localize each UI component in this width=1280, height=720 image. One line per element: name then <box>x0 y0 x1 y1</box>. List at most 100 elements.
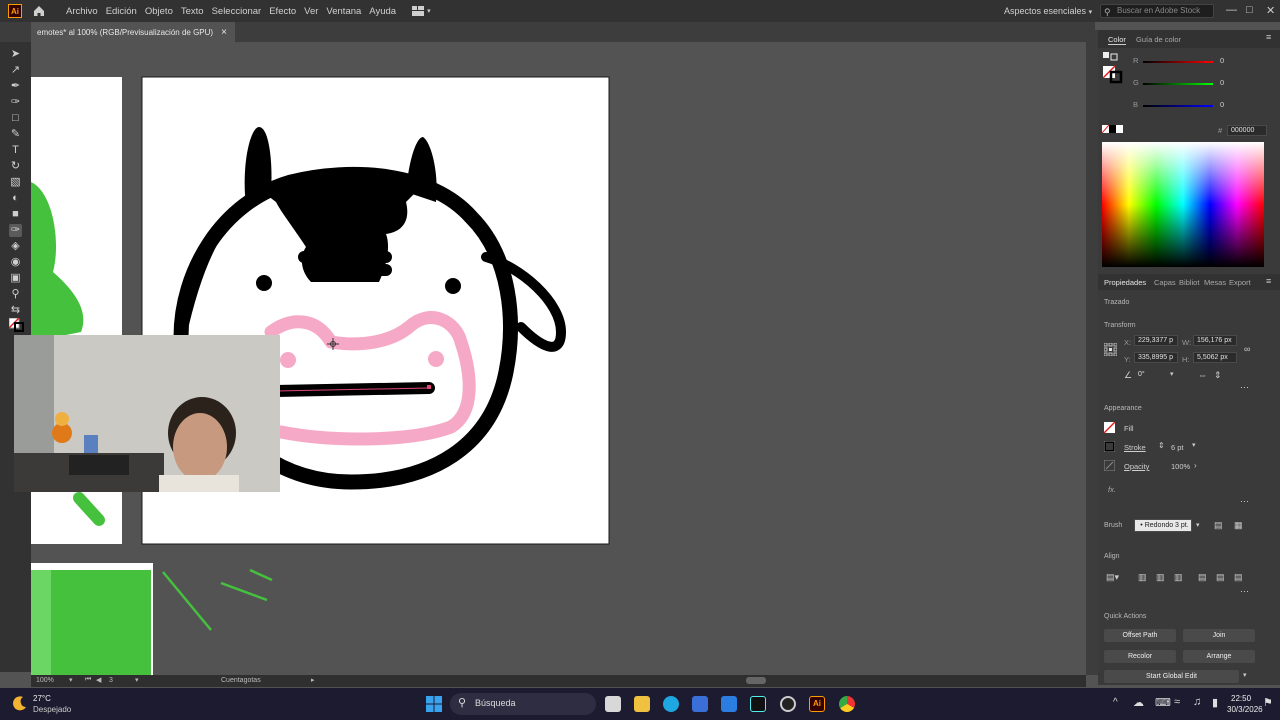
fill-stroke-swatch-icon[interactable] <box>8 317 24 332</box>
zoom-tool-icon[interactable]: ⚲ <box>9 288 22 301</box>
file-explorer-icon[interactable] <box>634 696 650 712</box>
panel-menu-icon[interactable]: ≡ <box>1266 276 1271 286</box>
menu-objeto[interactable]: Objeto <box>145 6 173 17</box>
close-window-button[interactable]: ✕ <box>1266 4 1275 17</box>
chevron-right-icon[interactable]: ▸ <box>311 676 315 684</box>
tab-properties[interactable]: Propiedades <box>1104 278 1146 287</box>
hex-input[interactable]: 000000 <box>1227 125 1267 136</box>
more-options-icon[interactable]: ⋯ <box>1240 382 1249 393</box>
chrome-icon[interactable] <box>839 696 855 712</box>
recording-app-icon[interactable] <box>780 696 796 712</box>
rectangle-tool-icon[interactable]: □ <box>9 112 22 125</box>
chevron-down-icon[interactable]: ▾ <box>69 676 73 684</box>
panel-menu-icon[interactable]: ≡ <box>1266 32 1271 42</box>
x-input[interactable]: 229,3377 p <box>1134 335 1178 346</box>
h-input[interactable]: 5,5062 px <box>1193 352 1237 363</box>
none-black-white-swatches[interactable] <box>1102 125 1124 133</box>
stroke-weight-value[interactable]: 6 pt <box>1171 443 1184 452</box>
illustrator-taskbar-icon[interactable]: Ai <box>809 696 825 712</box>
previous-artboard-icon[interactable]: ◀ <box>96 676 101 684</box>
menu-efecto[interactable]: Efecto <box>269 6 296 17</box>
battery-icon[interactable]: ▮ <box>1212 696 1218 709</box>
channel-b-value[interactable]: 0 <box>1220 100 1224 109</box>
chevron-down-icon[interactable]: ▾ <box>1196 521 1200 529</box>
gradient-tool-icon[interactable]: ■ <box>9 208 22 221</box>
fill-stroke-indicator-icon[interactable] <box>1103 52 1123 84</box>
wifi-icon[interactable]: ≈ <box>1174 696 1180 708</box>
document-tab[interactable]: emotes* al 100% (RGB/Previsualización de… <box>31 22 235 42</box>
align-left-icon[interactable]: ▥ <box>1138 572 1147 583</box>
workspace-switcher[interactable]: Aspectos esenciales ▾ <box>1004 6 1092 16</box>
symbol-sprayer-tool-icon[interactable]: ◉ <box>9 256 22 269</box>
weather-temperature[interactable]: 27°C <box>33 694 51 703</box>
align-top-icon[interactable]: ▤ <box>1198 572 1207 583</box>
w-input[interactable]: 156,176 px <box>1193 335 1237 346</box>
mail-icon[interactable] <box>721 696 737 712</box>
notification-bell-icon[interactable]: ⚑ <box>1263 696 1273 709</box>
paintbrush-tool-icon[interactable]: ✎ <box>9 128 22 141</box>
horizontal-scrollbar[interactable] <box>746 677 766 684</box>
tab-color[interactable]: Color <box>1108 35 1126 45</box>
channel-g-value[interactable]: 0 <box>1220 78 1224 87</box>
type-tool-icon[interactable]: T <box>9 144 22 157</box>
reference-point-icon[interactable] <box>1104 343 1117 356</box>
arrange-button[interactable]: Arrange <box>1183 650 1255 663</box>
arrange-documents-button[interactable]: ▾ <box>412 6 431 16</box>
artboard-number[interactable]: 3 <box>109 677 113 684</box>
chevron-right-icon[interactable]: › <box>1194 461 1197 470</box>
chevron-up-icon[interactable]: ^ <box>1113 697 1118 708</box>
fx-button[interactable]: fx. <box>1108 485 1116 494</box>
more-options-icon[interactable]: ⋯ <box>1240 586 1249 597</box>
menu-texto[interactable]: Texto <box>181 6 204 17</box>
blend-tool-icon[interactable]: ◈ <box>9 240 22 253</box>
task-view-icon[interactable] <box>605 696 621 712</box>
shape-builder-tool-icon[interactable]: ◐ <box>9 192 22 205</box>
channel-g-slider[interactable] <box>1143 83 1213 85</box>
channel-b-slider[interactable] <box>1143 105 1213 107</box>
clock-date[interactable]: 30/3/2026 <box>1227 705 1263 714</box>
edge-browser-icon[interactable] <box>663 696 679 712</box>
more-options-icon[interactable]: ⋯ <box>1240 496 1249 507</box>
chevron-down-icon[interactable]: ▾ <box>1243 671 1247 679</box>
chevron-down-icon[interactable]: ▾ <box>135 676 139 684</box>
chevron-down-icon[interactable]: ▾ <box>1170 370 1174 378</box>
stroke-label[interactable]: Stroke <box>1124 443 1146 452</box>
onedrive-icon[interactable]: ☁ <box>1133 696 1144 709</box>
clock-time[interactable]: 22:50 <box>1231 694 1251 703</box>
chevron-down-icon[interactable]: ▾ <box>1192 441 1196 449</box>
swap-fill-stroke-icon[interactable]: ⇆ <box>9 304 22 317</box>
opacity-label[interactable]: Opacity <box>1124 462 1149 471</box>
brush-select[interactable]: • Redondo 3 pt. <box>1134 519 1192 532</box>
color-spectrum[interactable] <box>1102 142 1264 267</box>
minimize-button[interactable]: — <box>1226 4 1237 16</box>
opacity-value[interactable]: 100% <box>1171 462 1190 471</box>
stock-search-input[interactable]: ⚲ Buscar en Adobe Stock <box>1100 4 1214 18</box>
zoom-level[interactable]: 100% <box>36 677 54 684</box>
y-input[interactable]: 335,8995 p <box>1134 352 1178 363</box>
tab-color-guide[interactable]: Guía de color <box>1136 35 1181 44</box>
selection-tool-icon[interactable]: ➤ <box>9 48 22 61</box>
tab-artboards[interactable]: Mesas <box>1204 278 1226 287</box>
close-tab-icon[interactable]: × <box>221 27 227 38</box>
menu-archivo[interactable]: Archivo <box>66 6 98 17</box>
menu-ayuda[interactable]: Ayuda <box>369 6 396 17</box>
tab-libraries[interactable]: Bibliot <box>1179 278 1199 287</box>
join-button[interactable]: Join <box>1183 629 1255 642</box>
volume-icon[interactable]: ♫ <box>1193 696 1201 708</box>
channel-r-value[interactable]: 0 <box>1220 56 1224 65</box>
angle-input[interactable]: 0° <box>1134 369 1168 380</box>
language-icon[interactable]: ⌨ <box>1155 696 1171 709</box>
align-bottom-icon[interactable]: ▤ <box>1234 572 1243 583</box>
direct-selection-tool-icon[interactable]: ↗ <box>9 64 22 77</box>
eraser-tool-icon[interactable]: ▧ <box>9 176 22 189</box>
first-artboard-icon[interactable]: ⏮ <box>85 676 91 684</box>
brush-options-icon[interactable]: ▦ <box>1234 520 1243 531</box>
tab-layers[interactable]: Capas <box>1154 278 1176 287</box>
rotate-tool-icon[interactable]: ↻ <box>9 160 22 173</box>
menu-ventana[interactable]: Ventana <box>326 6 361 17</box>
align-middle-icon[interactable]: ▤ <box>1216 572 1225 583</box>
panel-collapse-gutter[interactable] <box>1086 30 1098 675</box>
stroke-swatch-icon[interactable] <box>1104 441 1115 452</box>
stepper-icon[interactable]: ⇕ <box>1158 441 1165 450</box>
pen-tool-icon[interactable]: ✒ <box>9 80 22 93</box>
